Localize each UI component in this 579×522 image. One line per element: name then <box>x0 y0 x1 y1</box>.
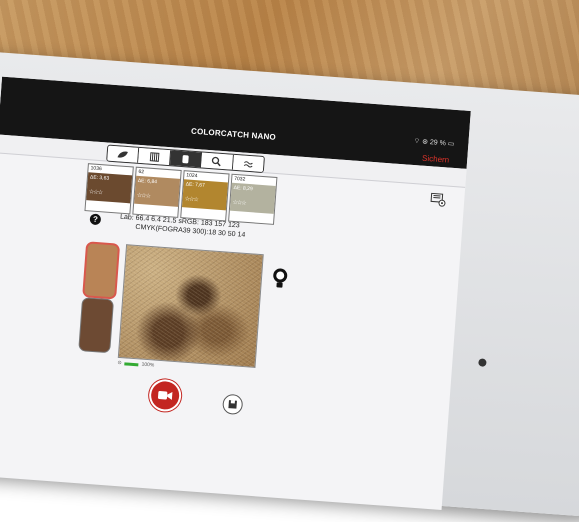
swatch-card[interactable]: 62 ΔE: 6,84 ☆☆☆ <box>132 166 182 218</box>
tablet-device: COLORCATCH NANO ⌔ ⊛ 29 % ▭ Sichern 1036 … <box>0 48 579 519</box>
swatch-icon <box>182 154 189 163</box>
swatch-code: 1024 <box>186 172 198 180</box>
swatch-list: 1036 ΔE: 3,63 ☆☆☆ 62 ΔE: 6,84 ☆☆☆ 1024 Δ… <box>84 163 279 225</box>
swatch-code: 1036 <box>90 165 102 173</box>
light-level-bar <box>124 361 139 366</box>
floppy-disk-icon <box>228 400 237 409</box>
tab-approx[interactable] <box>232 154 264 172</box>
battery-percent: 29 % <box>429 139 447 148</box>
help-icon[interactable]: ? <box>89 213 102 226</box>
settings-icon[interactable] <box>430 192 447 207</box>
light-bulb-icon[interactable] <box>271 267 289 292</box>
search-icon <box>212 156 222 166</box>
tab-fan-deck[interactable] <box>138 147 171 166</box>
swatch-rating: ☆☆☆ <box>232 199 246 207</box>
camera-level-text: 100% <box>141 361 155 369</box>
approx-icon <box>243 160 253 168</box>
home-camera-dot <box>478 358 487 367</box>
save-button[interactable]: Sichern <box>422 154 450 165</box>
reference-color-chip[interactable] <box>78 297 115 354</box>
tab-leaf[interactable] <box>107 145 140 163</box>
swatch-card[interactable]: 1036 ΔE: 3,63 ☆☆☆ <box>84 163 134 215</box>
battery-icon: ▭ <box>445 140 455 148</box>
camera-preview[interactable] <box>117 244 264 368</box>
swatch-card[interactable]: 1024 ΔE: 7,67 ☆☆☆ <box>180 170 230 222</box>
save-sample-button[interactable] <box>221 393 244 416</box>
app-screen: COLORCATCH NANO ⌔ ⊛ 29 % ▭ Sichern 1036 … <box>0 76 471 510</box>
swatch-code: 7032 <box>233 175 246 183</box>
tab-swatch[interactable] <box>169 150 203 168</box>
swatch-card[interactable]: 7032 ΔE: 8,29 ☆☆☆ <box>228 173 278 225</box>
swatch-rating: ☆☆☆ <box>88 189 103 197</box>
swatch-rating: ☆☆☆ <box>136 192 151 200</box>
zoom-icon: ⊙ <box>117 359 122 367</box>
video-camera-icon <box>157 391 173 400</box>
leaf-icon <box>117 151 129 158</box>
camera-status: ⊙ 100% <box>117 360 154 369</box>
fan-deck-icon <box>149 151 160 162</box>
swatch-rating: ☆☆☆ <box>184 196 198 204</box>
wifi-icon: ⌔ ⊛ <box>413 137 431 147</box>
swatch-code: 62 <box>138 168 145 176</box>
measured-color-chip[interactable] <box>82 241 121 300</box>
tab-search[interactable] <box>201 152 234 170</box>
